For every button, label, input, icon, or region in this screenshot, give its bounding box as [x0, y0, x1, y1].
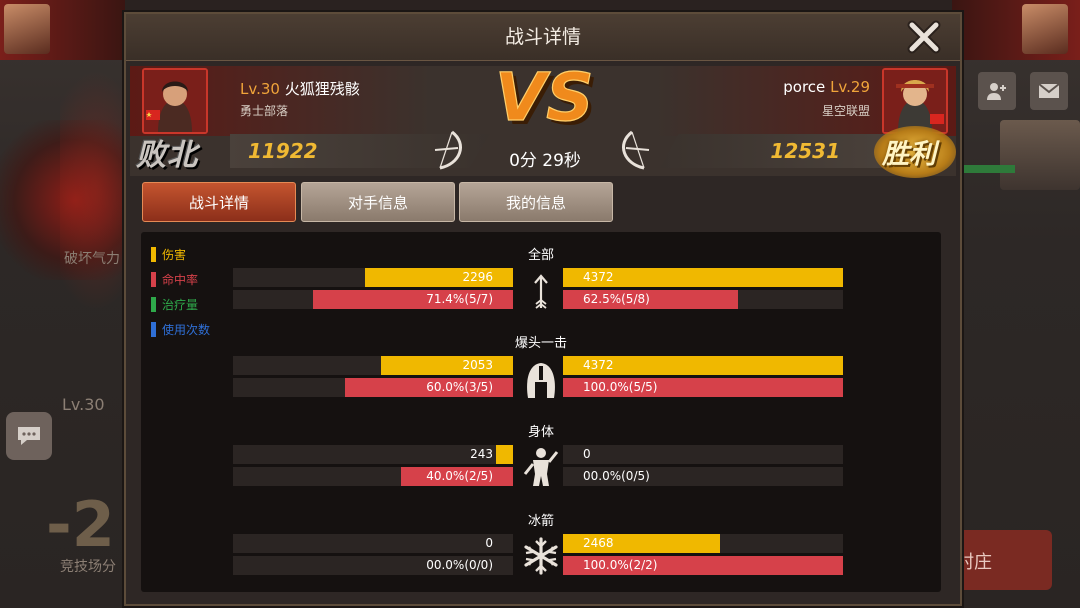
section-title: 身体: [527, 425, 554, 440]
left-hit-rate-bar: 60.0%(3/5): [233, 378, 513, 397]
right-hit-rate-value: 100.0%(2/2): [583, 558, 658, 572]
left-damage-value: 2296: [462, 270, 493, 284]
snowflake-icon: [521, 536, 561, 580]
background-chest: [1000, 120, 1080, 190]
background-player-card-right: [952, 0, 1080, 60]
left-damage-bar: 243: [233, 445, 513, 464]
stats-panel: 伤害 命中率 治疗量 使用次数 全部 2296 4372 71.4%(5/7) 62.…: [141, 232, 941, 592]
section-title: 冰箭: [527, 514, 554, 529]
right-damage-value: 2468: [583, 536, 614, 550]
section-title: 全部: [527, 248, 554, 263]
right-damage-value: 4372: [583, 358, 614, 372]
background-arena-label: 竞技场分: [60, 559, 116, 575]
background-player-card-left: [0, 0, 125, 60]
player-portrait-icon: [884, 70, 946, 132]
tab-label: 我的信息: [505, 193, 566, 212]
right-hit-rate-value: 62.5%(5/8): [583, 292, 650, 306]
chat-icon: [18, 427, 40, 445]
battle-header: Lv.30 火狐狸残骸 勇士部落 porce Lv.29 星空联盟 VS VS: [130, 58, 956, 178]
mail-icon: [1038, 83, 1060, 98]
close-icon: [907, 20, 941, 54]
left-damage-bar: 0: [233, 534, 513, 553]
chat-button[interactable]: [6, 412, 52, 460]
add-friend-button[interactable]: [978, 72, 1016, 110]
background-score-change: -2: [46, 488, 115, 561]
helmet-icon: [521, 360, 561, 404]
left-player-title: Lv.30 火狐狸残骸: [240, 78, 360, 99]
left-player-score: 11922: [248, 139, 318, 163]
left-hit-rate-value: 71.4%(5/7): [426, 292, 493, 306]
right-hit-rate-bar: 100.0%(2/2): [563, 556, 843, 575]
left-damage-bar: 2296: [233, 268, 513, 287]
right-hit-rate-value: 00.0%(0/5): [583, 469, 650, 483]
left-hit-rate-value: 60.0%(3/5): [426, 380, 493, 394]
right-hit-rate-value: 100.0%(5/5): [583, 380, 658, 394]
right-player-guild: 星空联盟: [821, 104, 870, 118]
background-avatar-right: [1022, 4, 1068, 54]
left-damage-value: 2053: [462, 358, 493, 372]
left-hit-rate-bar: 71.4%(5/7): [233, 290, 513, 309]
background-progress: [955, 165, 1015, 173]
right-damage-value: 0: [583, 447, 591, 461]
body-icon: [519, 446, 561, 492]
left-player-guild: 勇士部落: [240, 104, 289, 118]
right-player-level: Lv.29: [830, 78, 870, 96]
right-player-name: porce: [783, 78, 826, 96]
arrow-icon: [523, 274, 559, 314]
left-player-name: 火狐狸残骸: [284, 80, 360, 98]
tab-label: 战斗详情: [188, 193, 249, 212]
left-damage-bar: 2053: [233, 356, 513, 375]
left-bow-icon: [430, 130, 466, 174]
player-portrait-icon: [144, 70, 206, 132]
add-friend-icon: [987, 83, 1006, 100]
right-player-title: porce Lv.29: [630, 78, 870, 96]
right-damage-bar: 2468: [563, 534, 843, 553]
right-hit-rate-bar: 100.0%(5/5): [563, 378, 843, 397]
section-title: 爆头一击: [514, 336, 567, 351]
svg-text:VS: VS: [495, 60, 594, 136]
left-damage-value: 0: [485, 536, 493, 550]
left-damage-value: 243: [470, 447, 493, 461]
left-hit-rate-bar: 40.0%(2/5): [233, 467, 513, 486]
right-hit-rate-bar: 62.5%(5/8): [563, 290, 843, 309]
right-result-label: 胜利: [882, 139, 936, 170]
left-hit-rate-value: 40.0%(2/5): [426, 469, 493, 483]
right-bow-icon: [618, 130, 654, 174]
right-damage-bar: 4372: [563, 356, 843, 375]
right-damage-bar: 4372: [563, 268, 843, 287]
background-avatar-left: [4, 4, 50, 54]
right-player-score: 12531: [770, 139, 840, 163]
left-damage-fill: [496, 445, 513, 464]
right-hit-rate-bar: 00.0%(0/5): [563, 467, 843, 486]
battle-detail-modal: 战斗详情 Lv.30 火狐狸残骸 勇士部落 porce Lv.29 星空联盟 V…: [124, 12, 962, 606]
left-player-level: Lv.30: [240, 80, 280, 98]
battle-time: 0分 29秒: [509, 151, 581, 171]
background-level: Lv.30: [62, 395, 105, 414]
vs-emblem: VS VS: [494, 58, 597, 140]
close-button[interactable]: [904, 17, 944, 57]
tab-my-info[interactable]: 我的信息: [459, 182, 613, 222]
left-hit-rate-value: 00.0%(0/0): [426, 558, 493, 572]
village-button[interactable]: 村庄: [952, 530, 1052, 590]
right-damage-bar: 0: [563, 445, 843, 464]
right-damage-value: 4372: [583, 270, 614, 284]
left-result-label: 败北: [136, 138, 198, 173]
mail-button[interactable]: [1030, 72, 1068, 110]
left-player-avatar[interactable]: [142, 68, 208, 134]
background-stat-label: 破坏气力: [64, 251, 120, 267]
left-damage-fill: [381, 356, 513, 375]
left-hit-rate-bar: 00.0%(0/0): [233, 556, 513, 575]
tab-opponent-info[interactable]: 对手信息: [301, 182, 455, 222]
modal-title: 战斗详情: [504, 26, 581, 48]
tab-label: 对手信息: [347, 193, 408, 212]
tab-battle-detail[interactable]: 战斗详情: [142, 182, 296, 222]
right-player-avatar[interactable]: [882, 68, 948, 134]
vs-icon: VS VS: [494, 58, 597, 140]
